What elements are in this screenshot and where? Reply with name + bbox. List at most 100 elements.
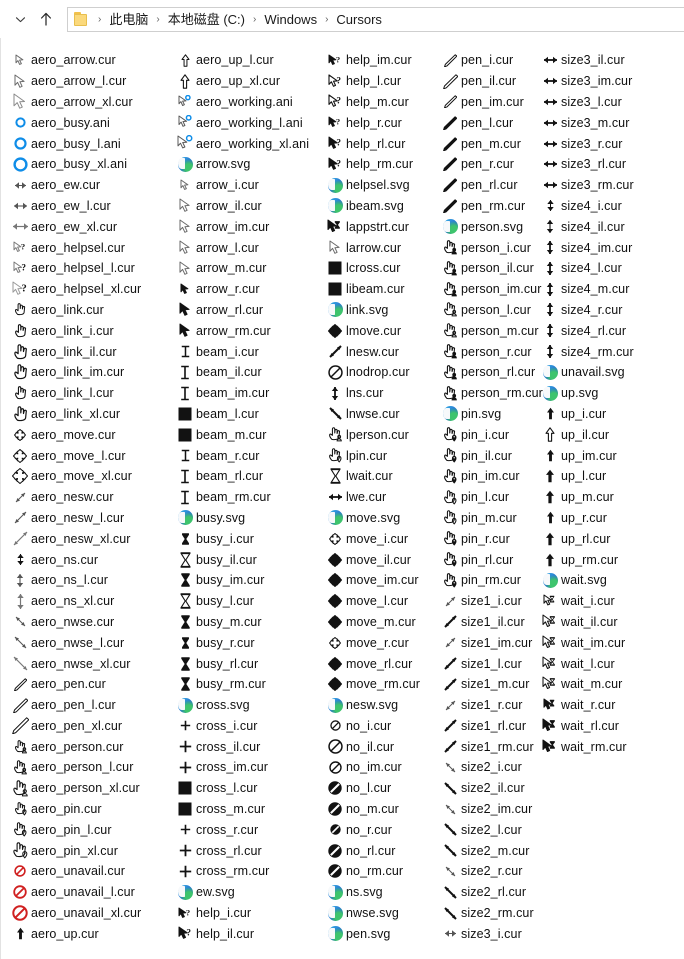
file-item[interactable]: wait_il.cur xyxy=(539,612,679,633)
file-item[interactable]: no_l.cur xyxy=(324,778,439,799)
file-item[interactable]: arrow_im.cur xyxy=(174,216,324,237)
file-item[interactable]: pen_im.cur xyxy=(439,92,539,113)
file-item[interactable]: aero_pen.cur xyxy=(9,674,174,695)
file-item[interactable]: no_i.cur xyxy=(324,716,439,737)
file-item[interactable]: up_i.cur xyxy=(539,404,679,425)
file-item[interactable]: size4_il.cur xyxy=(539,216,679,237)
file-item[interactable]: size2_m.cur xyxy=(439,840,539,861)
file-item[interactable]: aero_nesw_l.cur xyxy=(9,508,174,529)
file-item[interactable]: cross.svg xyxy=(174,695,324,716)
file-item[interactable]: up_l.cur xyxy=(539,466,679,487)
file-item[interactable]: no_im.cur xyxy=(324,757,439,778)
file-item[interactable]: busy_m.cur xyxy=(174,612,324,633)
file-item[interactable]: cross_rm.cur xyxy=(174,861,324,882)
file-list-pane[interactable]: aero_arrow.cur aero_arrow_l.cur aero_arrow… xyxy=(0,38,684,959)
file-item[interactable]: aero_busy_xl.ani xyxy=(9,154,174,175)
file-item[interactable]: wait_m.cur xyxy=(539,674,679,695)
file-item[interactable]: libeam.cur xyxy=(324,279,439,300)
file-item[interactable]: aero_ew_xl.cur xyxy=(9,216,174,237)
file-item[interactable]: wait_rm.cur xyxy=(539,736,679,757)
file-item[interactable]: arrow_m.cur xyxy=(174,258,324,279)
file-item[interactable]: pen_il.cur xyxy=(439,71,539,92)
file-item[interactable]: aero_nwse_l.cur xyxy=(9,632,174,653)
file-item[interactable]: aero_busy.ani xyxy=(9,112,174,133)
file-item[interactable]: wait_i.cur xyxy=(539,591,679,612)
breadcrumb-item-local-disk[interactable]: 本地磁盘 (C:) xyxy=(165,8,248,31)
file-item[interactable]: helpsel.svg xyxy=(324,175,439,196)
file-item[interactable]: move_i.cur xyxy=(324,528,439,549)
file-item[interactable]: arrow_rl.cur xyxy=(174,300,324,321)
file-item[interactable]: move.svg xyxy=(324,508,439,529)
file-item[interactable]: aero_link.cur xyxy=(9,300,174,321)
file-item[interactable]: person_il.cur xyxy=(439,258,539,279)
file-item[interactable]: wait_rl.cur xyxy=(539,716,679,737)
file-item[interactable]: size3_l.cur xyxy=(539,92,679,113)
file-item[interactable]: size3_il.cur xyxy=(539,50,679,71)
file-item[interactable]: aero_working_xl.ani xyxy=(174,133,324,154)
breadcrumb-item-cursors[interactable]: Cursors xyxy=(333,8,385,31)
file-item[interactable]: person_rm.cur xyxy=(439,383,543,404)
file-item[interactable]: size1_r.cur xyxy=(439,695,539,716)
file-item[interactable]: size1_l.cur xyxy=(439,653,539,674)
file-item[interactable]: person_rl.cur xyxy=(439,362,539,383)
file-item[interactable]: no_rl.cur xyxy=(324,840,439,861)
file-item[interactable]: busy_rl.cur xyxy=(174,653,324,674)
file-item[interactable]: size4_l.cur xyxy=(539,258,679,279)
file-item[interactable]: unavail.svg xyxy=(539,362,679,383)
file-item[interactable]: pen_rl.cur xyxy=(439,175,539,196)
file-item[interactable]: size1_m.cur xyxy=(439,674,539,695)
file-item[interactable]: up_rm.cur xyxy=(539,549,679,570)
file-item[interactable]: pen_l.cur xyxy=(439,112,539,133)
file-item[interactable]: ew.svg xyxy=(174,882,324,903)
file-item[interactable]: pen_i.cur xyxy=(439,50,539,71)
file-item[interactable]: no_r.cur xyxy=(324,819,439,840)
file-item[interactable]: lnwse.cur xyxy=(324,404,439,425)
file-item[interactable]: size1_i.cur xyxy=(439,591,539,612)
file-item[interactable]: pen_r.cur xyxy=(439,154,539,175)
file-item[interactable]: busy_rm.cur xyxy=(174,674,324,695)
up-one-level-button[interactable] xyxy=(34,5,58,33)
file-item[interactable]: lnesw.cur xyxy=(324,341,439,362)
file-item[interactable]: aero_link_i.cur xyxy=(9,320,174,341)
file-item[interactable]: size1_im.cur xyxy=(439,632,539,653)
file-item[interactable]: nwse.svg xyxy=(324,903,439,924)
file-item[interactable]: lwait.cur xyxy=(324,466,439,487)
file-item[interactable]: aero_pin.cur xyxy=(9,799,174,820)
file-item[interactable]: aero_working.ani xyxy=(174,92,324,113)
file-item[interactable]: aero_nesw_xl.cur xyxy=(9,528,174,549)
file-item[interactable]: ? help_il.cur xyxy=(174,923,324,944)
file-item[interactable]: cross_i.cur xyxy=(174,716,324,737)
file-item[interactable]: lwe.cur xyxy=(324,487,439,508)
file-item[interactable]: aero_link_il.cur xyxy=(9,341,174,362)
file-item[interactable]: aero_move.cur xyxy=(9,424,174,445)
file-item[interactable]: aero_ew.cur xyxy=(9,175,174,196)
file-item[interactable]: aero_arrow_xl.cur xyxy=(9,92,174,113)
file-item[interactable]: lnodrop.cur xyxy=(324,362,439,383)
file-item[interactable]: beam_r.cur xyxy=(174,445,324,466)
file-item[interactable]: up_im.cur xyxy=(539,445,679,466)
file-item[interactable]: move_rm.cur xyxy=(324,674,439,695)
file-item[interactable]: lcross.cur xyxy=(324,258,439,279)
file-item[interactable]: aero_ns_l.cur xyxy=(9,570,174,591)
file-item[interactable]: ? help_i.cur xyxy=(174,903,324,924)
file-item[interactable]: cross_r.cur xyxy=(174,819,324,840)
file-item[interactable]: busy_il.cur xyxy=(174,549,324,570)
file-item[interactable]: ? help_l.cur xyxy=(324,71,439,92)
file-item[interactable]: size1_rl.cur xyxy=(439,716,539,737)
file-item[interactable]: cross_im.cur xyxy=(174,757,324,778)
file-item[interactable]: ? help_m.cur xyxy=(324,92,439,113)
file-item[interactable]: cross_il.cur xyxy=(174,736,324,757)
file-item[interactable]: person_r.cur xyxy=(439,341,539,362)
file-item[interactable]: nesw.svg xyxy=(324,695,439,716)
file-item[interactable]: aero_pin_l.cur xyxy=(9,819,174,840)
file-item[interactable]: move_il.cur xyxy=(324,549,439,570)
file-item[interactable]: pen.svg xyxy=(324,923,439,944)
file-item[interactable]: person_l.cur xyxy=(439,300,539,321)
file-item[interactable]: move_im.cur xyxy=(324,570,439,591)
file-item[interactable]: pin_l.cur xyxy=(439,487,539,508)
file-item[interactable]: aero_pen_xl.cur xyxy=(9,716,174,737)
file-item[interactable]: person_im.cur xyxy=(439,279,541,300)
file-item[interactable]: move_m.cur xyxy=(324,612,439,633)
file-item[interactable]: up_rl.cur xyxy=(539,528,679,549)
file-item[interactable]: arrow_l.cur xyxy=(174,237,324,258)
